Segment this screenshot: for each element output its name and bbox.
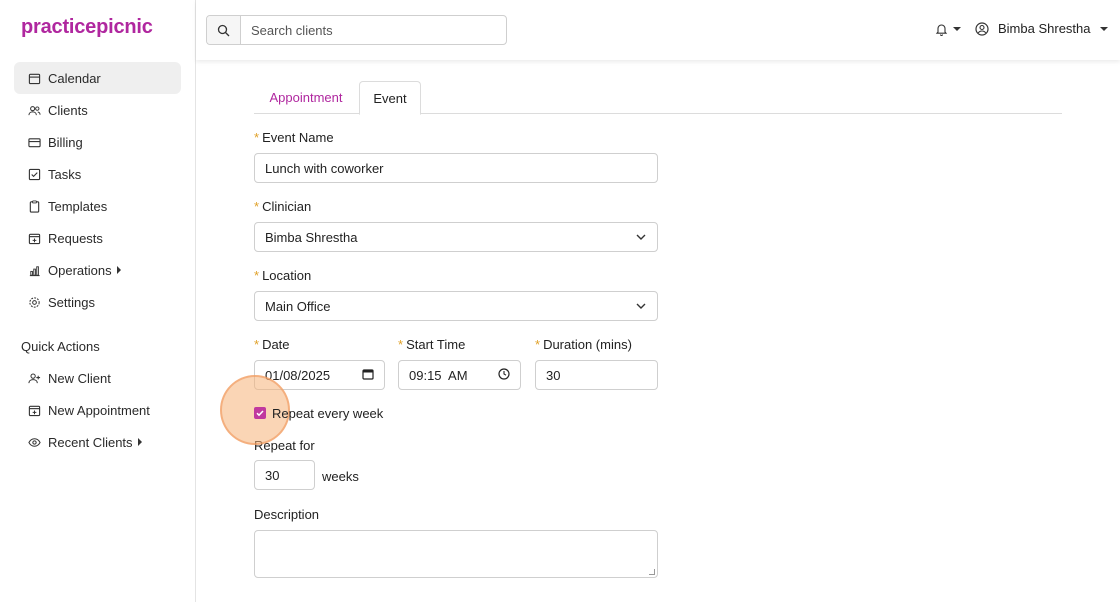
required-marker: * (398, 337, 404, 352)
quick-action-label: New Client (48, 370, 111, 386)
sidebar-item-label: Requests (48, 230, 103, 246)
bell-icon (935, 24, 948, 36)
gear-icon (27, 295, 41, 309)
quick-action-new-client[interactable]: New Client (14, 362, 181, 394)
repeat-for-value: 30 (265, 467, 280, 483)
location-label: * Location (254, 268, 311, 283)
search-icon[interactable] (207, 16, 241, 44)
clinician-value: Bimba Shrestha (265, 229, 358, 245)
required-marker: * (535, 337, 541, 352)
repeat-weekly-checkbox[interactable] (254, 407, 266, 419)
quick-action-label: Recent Clients (48, 434, 133, 450)
repeat-for-input[interactable]: 30 (254, 460, 315, 490)
calendar-plus-icon (27, 231, 41, 245)
quick-actions-title: Quick Actions (21, 339, 100, 354)
search-box (206, 15, 507, 45)
repeat-weekly-label[interactable]: Repeat every week (272, 406, 383, 421)
duration-value: 30 (546, 367, 561, 383)
required-marker: * (254, 130, 260, 145)
weeks-label: weeks (322, 469, 359, 484)
description-textarea[interactable] (254, 530, 658, 578)
bar-chart-icon (27, 263, 41, 277)
start-time-value: 09:15 AM (409, 367, 468, 383)
start-time-label: * Start Time (398, 337, 465, 352)
sidebar-item-label: Templates (48, 198, 108, 214)
credit-card-icon (27, 135, 41, 149)
notifications-button[interactable] (935, 22, 961, 36)
sidebar-item-tasks[interactable]: Tasks (14, 158, 181, 190)
sidebar-item-requests[interactable]: Requests (14, 222, 181, 254)
date-label: * Date (254, 337, 290, 352)
sidebar-item-label: Operations (48, 262, 112, 278)
sidebar-item-label: Settings (48, 294, 95, 310)
required-marker: * (254, 337, 260, 352)
duration-input[interactable]: 30 (535, 360, 658, 390)
clipboard-icon (27, 199, 41, 213)
tab-bar: Appointment Event (254, 81, 1062, 115)
quick-action-new-appointment[interactable]: New Appointment (14, 394, 181, 426)
clinician-label: * Clinician (254, 199, 311, 214)
user-name: Bimba Shrestha (998, 21, 1091, 36)
date-label-text: Date (262, 337, 290, 352)
caret-down-icon (953, 27, 961, 31)
chevron-down-icon (635, 300, 647, 312)
event-name-value: Lunch with coworker (265, 160, 384, 176)
tab-appointment[interactable]: Appointment (254, 81, 358, 114)
sidebar-item-clients[interactable]: Clients (14, 94, 181, 126)
sidebar-item-label: Billing (48, 134, 83, 150)
required-marker: * (254, 199, 260, 214)
checkbox-icon (27, 167, 41, 181)
sidebar-item-label: Tasks (48, 166, 82, 182)
start-time-label-text: Start Time (406, 337, 466, 352)
duration-label-text: Duration (mins) (543, 337, 632, 352)
clock-icon[interactable] (498, 367, 510, 383)
location-value: Main Office (265, 298, 331, 314)
sidebar-item-templates[interactable]: Templates (14, 190, 181, 222)
quick-action-recent-clients[interactable]: Recent Clients (14, 426, 181, 458)
user-plus-icon (27, 371, 41, 385)
chevron-down-icon (635, 231, 647, 243)
resize-handle-icon[interactable] (649, 569, 655, 575)
event-name-label-text: Event Name (262, 130, 334, 145)
brand-logo[interactable]: practicepicnic (21, 16, 153, 39)
eye-icon (27, 435, 41, 449)
location-label-text: Location (262, 268, 312, 283)
calendar-picker-icon[interactable] (362, 368, 374, 383)
duration-label: * Duration (mins) (535, 337, 632, 352)
sidebar: practicepicnic Calendar Clients Billing … (0, 0, 196, 602)
date-value: 01/08/2025 (265, 367, 331, 383)
tab-event[interactable]: Event (359, 81, 421, 115)
check-icon (256, 410, 264, 417)
sidebar-item-operations[interactable]: Operations (14, 254, 181, 286)
calendar-icon (27, 71, 41, 85)
search-input[interactable] (241, 16, 506, 44)
sidebar-item-calendar[interactable]: Calendar (14, 62, 181, 94)
start-time-input[interactable]: 09:15 AM (398, 360, 521, 390)
description-label: Description (254, 507, 320, 522)
location-select[interactable]: Main Office (254, 291, 658, 321)
user-circle-icon (975, 21, 989, 36)
calendar-plus-icon (27, 403, 41, 417)
sidebar-item-settings[interactable]: Settings (14, 286, 181, 318)
top-bar: Bimba Shrestha (196, 0, 1120, 60)
event-name-input[interactable]: Lunch with coworker (254, 153, 658, 183)
sidebar-item-label: Calendar (48, 70, 101, 86)
required-marker: * (254, 268, 260, 283)
sidebar-item-label: Clients (48, 102, 88, 118)
users-icon (27, 103, 41, 117)
caret-right-icon (137, 438, 142, 446)
quick-action-label: New Appointment (48, 402, 150, 418)
clinician-select[interactable]: Bimba Shrestha (254, 222, 658, 252)
user-menu[interactable]: Bimba Shrestha (975, 21, 1108, 36)
event-name-label: * Event Name (254, 130, 334, 145)
sidebar-item-billing[interactable]: Billing (14, 126, 181, 158)
clinician-label-text: Clinician (262, 199, 312, 214)
main-content: New Event Appointment Event *Event Name … (196, 0, 1120, 602)
caret-right-icon (116, 266, 121, 274)
caret-down-icon (1099, 26, 1108, 31)
